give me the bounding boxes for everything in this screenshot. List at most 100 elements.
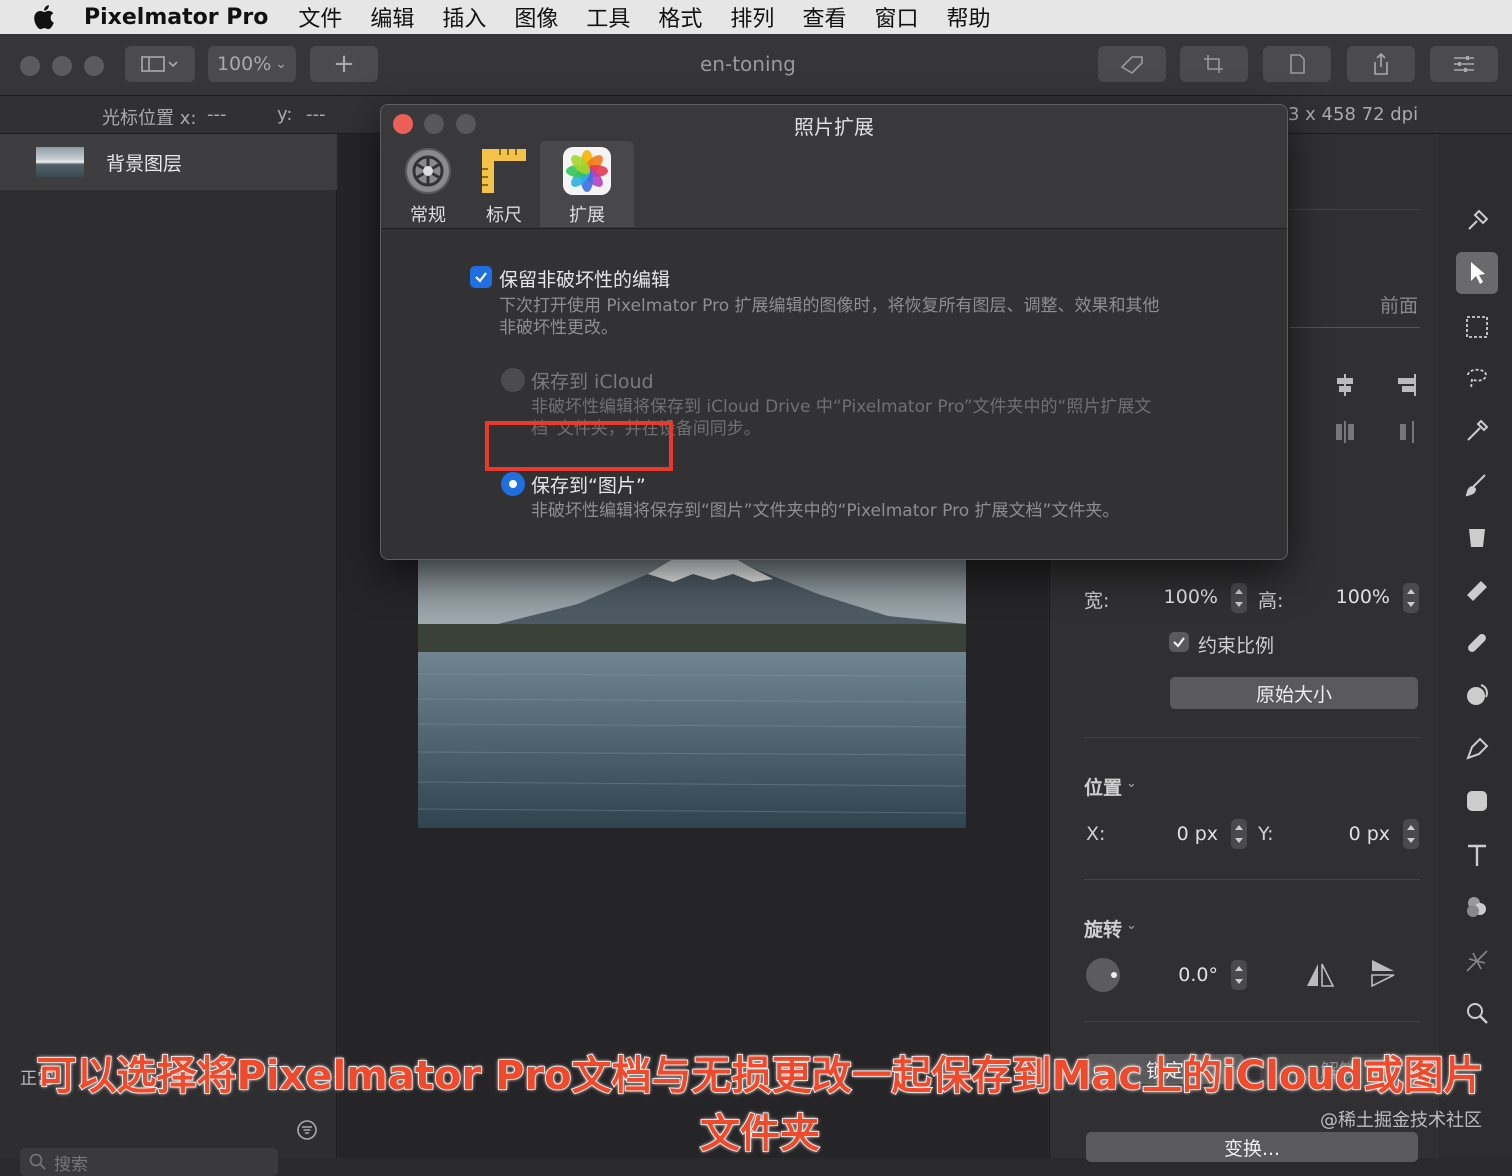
nondestructive-label[interactable]: 保留非破坏性的编辑	[499, 265, 670, 292]
cursor-y-value: ---	[306, 104, 326, 125]
distribute-horizontal-icon[interactable]	[1332, 419, 1358, 445]
circles-icon	[1467, 897, 1486, 917]
selection-tool[interactable]	[1456, 306, 1498, 348]
close-window-button[interactable]	[20, 56, 40, 76]
width-value[interactable]: 100%	[1150, 586, 1218, 608]
rotation-section-title[interactable]: 旋转	[1084, 915, 1122, 942]
menu-insert[interactable]: 插入	[442, 1, 486, 33]
lasso-tool[interactable]	[1456, 358, 1498, 400]
add-button[interactable]: +	[310, 46, 378, 82]
zoom-window-button[interactable]	[84, 56, 104, 76]
menu-image[interactable]: 图像	[514, 1, 558, 33]
position-section-title[interactable]: 位置	[1084, 773, 1122, 800]
flip-horizontal-icon[interactable]	[1304, 960, 1336, 990]
photos-label[interactable]: 保存到“图片”	[531, 471, 646, 498]
lasso-icon	[1467, 368, 1487, 390]
arrange-tool[interactable]	[1456, 252, 1498, 294]
marquee-icon	[1466, 316, 1488, 338]
photo-extension-dialog: 照片扩展 常规 标尺 扩展 保留非破坏性的编辑 下次打开使用 Pixelmato…	[380, 104, 1288, 560]
dialog-title: 照片扩展	[794, 115, 874, 139]
icloud-description-line1: 非破坏性编辑将保存到 iCloud Drive 中“Pixelmator Pro…	[531, 397, 1152, 417]
gear-icon	[405, 148, 451, 194]
adjustments-button[interactable]	[1430, 46, 1498, 82]
rotation-dial[interactable]	[1084, 956, 1122, 994]
tab-rulers[interactable]: 标尺	[457, 141, 551, 227]
document-button[interactable]	[1263, 46, 1331, 82]
menu-bar: Pixelmator Pro 文件 编辑 插入 图像 工具 格式 排列 查看 窗…	[0, 0, 1512, 34]
layers-panel: 背景图层 正常	[0, 134, 337, 1158]
crop-icon	[1204, 55, 1223, 73]
distort-tool[interactable]	[1456, 674, 1498, 716]
distribute-right-icon[interactable]	[1392, 419, 1418, 445]
width-stepper[interactable]	[1231, 583, 1247, 613]
constrain-checkbox[interactable]	[1169, 632, 1189, 652]
menu-format[interactable]: 格式	[658, 1, 702, 33]
paint-icon	[1468, 209, 1489, 230]
constrain-label: 约束比例	[1198, 635, 1275, 657]
menu-help[interactable]: 帮助	[946, 1, 990, 33]
paint-tool[interactable]	[1456, 464, 1498, 506]
y-value[interactable]: 0 px	[1320, 823, 1390, 845]
magnifier-icon	[1467, 1003, 1488, 1024]
flip-vertical-icon[interactable]	[1368, 956, 1400, 990]
style-tool[interactable]	[1456, 200, 1498, 242]
menu-file[interactable]: 文件	[298, 1, 342, 33]
image-info: 3 x 458 72 dpi	[1288, 104, 1419, 125]
share-button[interactable]	[1347, 46, 1415, 82]
align-center-icon[interactable]	[1332, 372, 1358, 398]
height-value[interactable]: 100%	[1320, 586, 1390, 608]
rotation-stepper[interactable]	[1231, 960, 1247, 990]
erase-tool[interactable]	[1456, 570, 1498, 612]
eyedropper-icon	[1467, 419, 1489, 441]
menu-arrange[interactable]: 排列	[730, 1, 774, 33]
photos-description: 非破坏性编辑将保存到“图片”文件夹中的“Pixelmator Pro 扩展文档”…	[531, 501, 1120, 521]
y-stepper[interactable]	[1403, 819, 1419, 849]
retouch-tool[interactable]	[1456, 622, 1498, 664]
layer-row[interactable]: 背景图层	[0, 134, 337, 190]
apple-icon[interactable]	[30, 2, 60, 32]
icloud-label[interactable]: 保存到 iCloud	[531, 367, 654, 394]
nondestructive-checkbox[interactable]	[470, 266, 492, 288]
zoom-select[interactable]: 100% ⌄	[208, 46, 296, 82]
menu-tools[interactable]: 工具	[586, 1, 630, 33]
align-right-icon[interactable]	[1392, 372, 1418, 398]
minimize-window-button[interactable]	[52, 56, 72, 76]
tab-extensions[interactable]: 扩展	[540, 141, 634, 227]
icloud-radio[interactable]	[501, 368, 525, 392]
front-label[interactable]: 前面	[1380, 291, 1418, 318]
app-name-menu[interactable]: Pixelmator Pro	[84, 5, 268, 30]
chevron-down-icon: ⌄	[275, 56, 288, 72]
tag-button[interactable]	[1098, 46, 1166, 82]
chevron-down-icon: ⌄	[1126, 776, 1137, 791]
pen-tool[interactable]	[1456, 728, 1498, 770]
photos-icon	[563, 147, 611, 195]
sidebar-toggle-button[interactable]	[125, 46, 195, 82]
chevron-down-icon: ⌄	[1126, 918, 1137, 933]
menu-edit[interactable]: 编辑	[370, 1, 414, 33]
eraser-icon	[1467, 581, 1487, 601]
fill-tool[interactable]	[1456, 516, 1498, 558]
rotation-value[interactable]: 0.0°	[1160, 964, 1218, 986]
caption-overlay: 可以选择将Pixelmator Pro文档与无损更改一起保存到Mac上的iClo…	[36, 1052, 1485, 1158]
photos-radio[interactable]	[501, 472, 525, 496]
checkmark-icon	[475, 272, 487, 283]
width-label: 宽:	[1084, 590, 1110, 612]
zoom-tool[interactable]	[1456, 992, 1498, 1034]
x-value[interactable]: 0 px	[1150, 823, 1218, 845]
shape-tool[interactable]	[1456, 780, 1498, 822]
tab-extensions-label: 扩展	[569, 205, 605, 226]
sparkle-icon	[1466, 950, 1488, 972]
y-label: Y:	[1258, 823, 1274, 845]
color-select-tool[interactable]	[1456, 410, 1498, 452]
menu-view[interactable]: 查看	[802, 1, 846, 33]
x-stepper[interactable]	[1231, 819, 1247, 849]
nondestructive-description-line1: 下次打开使用 Pixelmator Pro 扩展编辑的图像时，将恢复所有图层、调…	[499, 296, 1160, 316]
original-size-button[interactable]: 原始大小	[1170, 677, 1418, 709]
crop-button[interactable]	[1180, 46, 1248, 82]
height-stepper[interactable]	[1403, 583, 1419, 613]
type-tool[interactable]	[1456, 834, 1498, 876]
effects-tool[interactable]	[1456, 940, 1498, 982]
nondestructive-description-line2: 非破坏性更改。	[499, 318, 618, 338]
color-adjust-tool[interactable]	[1456, 886, 1498, 928]
menu-window[interactable]: 窗口	[874, 1, 918, 33]
